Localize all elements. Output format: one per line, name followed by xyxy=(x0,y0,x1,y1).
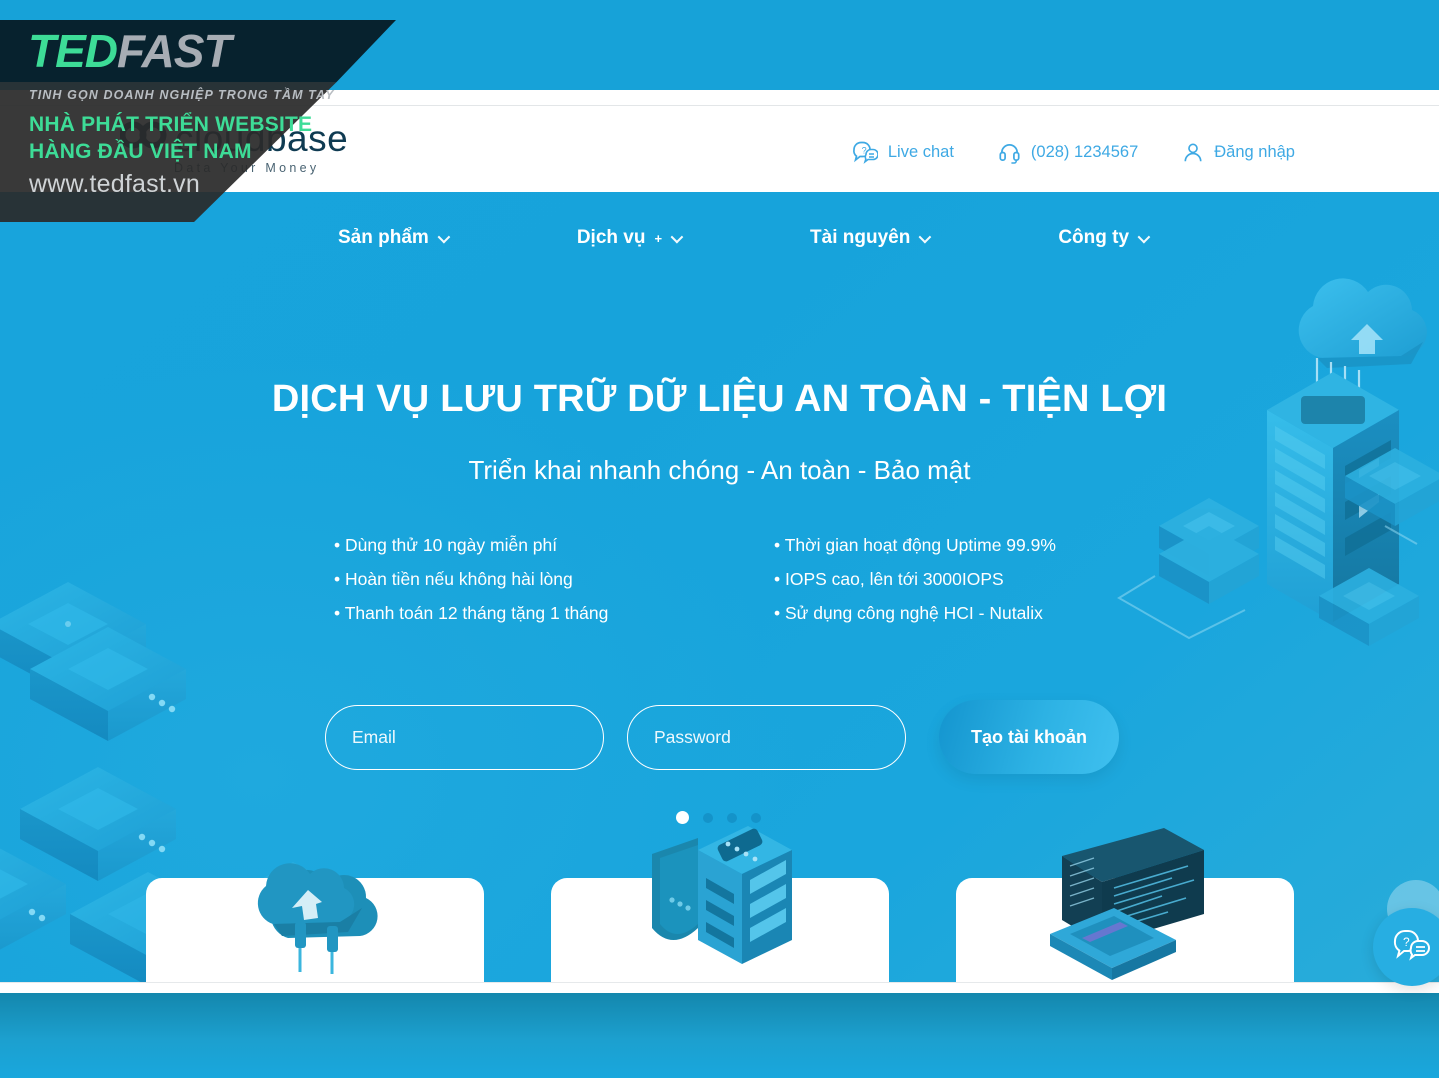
carousel-dot-2[interactable] xyxy=(703,812,713,823)
hero-title: DỊCH VỤ LƯU TRỮ DỮ LIỆU AN TOÀN - TIỆN L… xyxy=(271,378,1168,420)
nav-label-resources: Tài nguyên xyxy=(810,227,911,248)
main-navigation: Sản phẩm Dịch vụ + Tài nguyên Công ty xyxy=(0,192,1439,284)
nav-label-products: Sản phẩm xyxy=(338,227,429,248)
benefit-item: Sử dụng công nghệ HCI - Nutalix xyxy=(774,599,1104,628)
phone-link[interactable]: (028) 1234567 xyxy=(998,141,1138,164)
carousel-dot-4[interactable] xyxy=(751,812,761,823)
top-blue-strip xyxy=(0,0,1439,90)
svg-text:?: ? xyxy=(1403,935,1410,949)
signup-form: Tạo tài khoản xyxy=(325,700,1119,774)
live-chat-link[interactable]: ? Live chat xyxy=(852,140,954,164)
benefits-column-left: Dùng thử 10 ngày miễn phí Hoàn tiền nếu … xyxy=(334,531,664,633)
chat-question-icon: ? xyxy=(1393,930,1430,961)
chevron-down-icon xyxy=(918,230,932,244)
carousel-dot-1[interactable] xyxy=(676,811,689,824)
brand-logo[interactable]: cloudbase Data Your Money xyxy=(120,117,348,175)
benefits-column-right: Thời gian hoạt động Uptime 99.9% IOPS ca… xyxy=(774,531,1104,633)
chevron-down-icon xyxy=(670,230,684,244)
login-link[interactable]: Đăng nhập xyxy=(1182,141,1295,164)
nav-services-superscript: + xyxy=(654,231,663,246)
chevron-down-icon xyxy=(437,230,451,244)
benefit-item: IOPS cao, lên tới 3000IOPS xyxy=(774,565,1104,594)
feature-cards xyxy=(146,878,1294,992)
nav-label-services: Dịch vụ xyxy=(576,227,646,248)
site-header: cloudbase Data Your Money ? Live chat (0… xyxy=(0,90,1439,192)
live-chat-label: Live chat xyxy=(887,142,954,161)
feature-card-3[interactable] xyxy=(956,878,1294,992)
benefit-item: Dùng thử 10 ngày miễn phí xyxy=(334,531,664,560)
page-root: cloudbase Data Your Money ? Live chat (0… xyxy=(0,0,1439,1078)
header-utilities: ? Live chat (028) 1234567 Đăng nhập xyxy=(852,140,1295,164)
brand-name: cloudbase xyxy=(175,118,349,159)
double-ring-icon xyxy=(120,121,167,149)
benefit-item: Thời gian hoạt động Uptime 99.9% xyxy=(774,531,1104,560)
benefit-item: Hoàn tiền nếu không hài lòng xyxy=(334,565,664,594)
chat-question-icon: ? xyxy=(852,141,878,164)
carousel-dot-3[interactable] xyxy=(727,812,737,823)
password-input[interactable] xyxy=(627,704,906,770)
brand-mark: cloudbase xyxy=(120,117,348,157)
hero-benefits: Dùng thử 10 ngày miễn phí Hoàn tiền nếu … xyxy=(334,531,1134,633)
nav-label-company: Công ty xyxy=(1058,227,1130,248)
email-input[interactable] xyxy=(325,704,604,770)
chevron-down-icon xyxy=(1137,230,1151,244)
carousel-pagination xyxy=(676,811,761,824)
create-account-button[interactable]: Tạo tài khoản xyxy=(939,700,1119,774)
header-divider xyxy=(0,105,1439,106)
benefit-item: Thanh toán 12 tháng tặng 1 tháng xyxy=(334,599,664,628)
user-icon xyxy=(1184,143,1202,161)
brand-tagline: Data Your Money xyxy=(174,161,320,175)
headset-icon xyxy=(999,143,1020,164)
bottom-white-gutter xyxy=(0,982,1439,993)
feature-card-1[interactable] xyxy=(146,878,484,992)
nav-item-company[interactable]: Công ty xyxy=(1058,227,1151,249)
nav-item-products[interactable]: Sản phẩm xyxy=(338,227,451,249)
nav-item-resources[interactable]: Tài nguyên xyxy=(810,227,932,249)
phone-number-label: (028) 1234567 xyxy=(1030,142,1139,161)
bottom-gradient-bar xyxy=(0,993,1439,1078)
hero-subtitle: Triển khai nhanh chóng - An toàn - Bảo m… xyxy=(468,455,971,485)
feature-card-2[interactable] xyxy=(551,878,889,992)
nav-item-services[interactable]: Dịch vụ + xyxy=(576,227,684,249)
login-label: Đăng nhập xyxy=(1214,142,1295,161)
